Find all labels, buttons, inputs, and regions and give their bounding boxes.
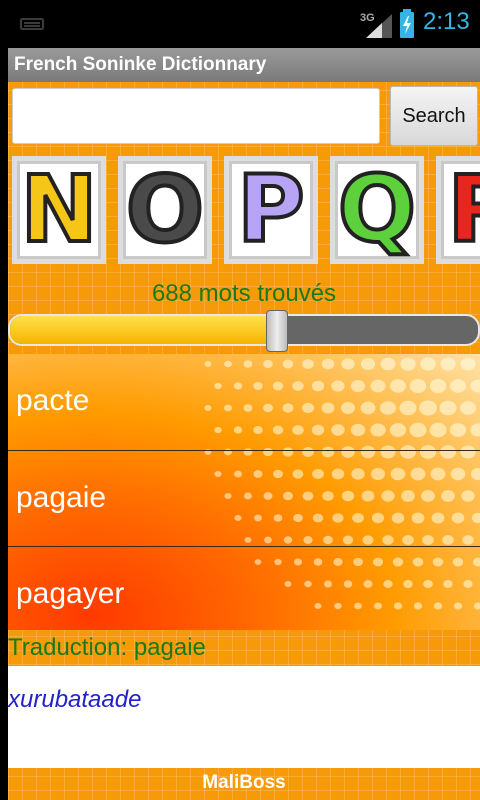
status-bar: 3G 2:13 bbox=[0, 0, 480, 48]
translation-label: Traduction: pagaie bbox=[8, 634, 206, 661]
word-slider-fill bbox=[10, 316, 280, 344]
translation-value: xurubataade bbox=[8, 666, 480, 768]
list-item-label: pacte bbox=[16, 384, 90, 417]
battery-charging-icon bbox=[400, 9, 414, 38]
signal-icon bbox=[366, 14, 392, 38]
search-input[interactable] bbox=[12, 88, 380, 144]
clock: 2:13 bbox=[423, 8, 470, 35]
result-count: 688 mots trouvés bbox=[151, 280, 337, 307]
word-slider-thumb[interactable] bbox=[266, 310, 289, 352]
letter-tile-label: P bbox=[235, 156, 306, 263]
letter-tile-label: Q bbox=[336, 156, 418, 263]
keyboard-icon bbox=[20, 18, 44, 30]
letter-tile-label: O bbox=[124, 156, 206, 263]
letter-tile-r[interactable]: R bbox=[436, 156, 480, 264]
letter-tile-o[interactable]: O bbox=[118, 156, 212, 264]
word-list: pacte pagaie pagayer bbox=[8, 354, 480, 630]
list-item-label: pagaie bbox=[16, 481, 107, 514]
letter-tile-label: R bbox=[446, 162, 480, 258]
list-item[interactable]: pacte bbox=[8, 354, 480, 450]
search-button[interactable]: Search bbox=[390, 86, 478, 146]
list-item-label: pagayer bbox=[16, 577, 125, 610]
word-slider-track[interactable] bbox=[8, 314, 480, 346]
app-window: French Soninke Dictionnary Search NOPQR … bbox=[8, 48, 480, 800]
footer-label: MaliBoss bbox=[202, 772, 286, 793]
letter-selector: NOPQR bbox=[8, 154, 480, 266]
list-item[interactable]: pagaie bbox=[8, 451, 480, 547]
letter-tile-label: N bbox=[19, 156, 100, 263]
app-title: French Soninke Dictionnary bbox=[8, 48, 480, 82]
letter-tile-p[interactable]: P bbox=[224, 156, 318, 264]
letter-tile-q[interactable]: Q bbox=[330, 156, 424, 264]
letter-tile-n[interactable]: N bbox=[12, 156, 106, 264]
list-item[interactable]: pagayer bbox=[8, 547, 480, 630]
